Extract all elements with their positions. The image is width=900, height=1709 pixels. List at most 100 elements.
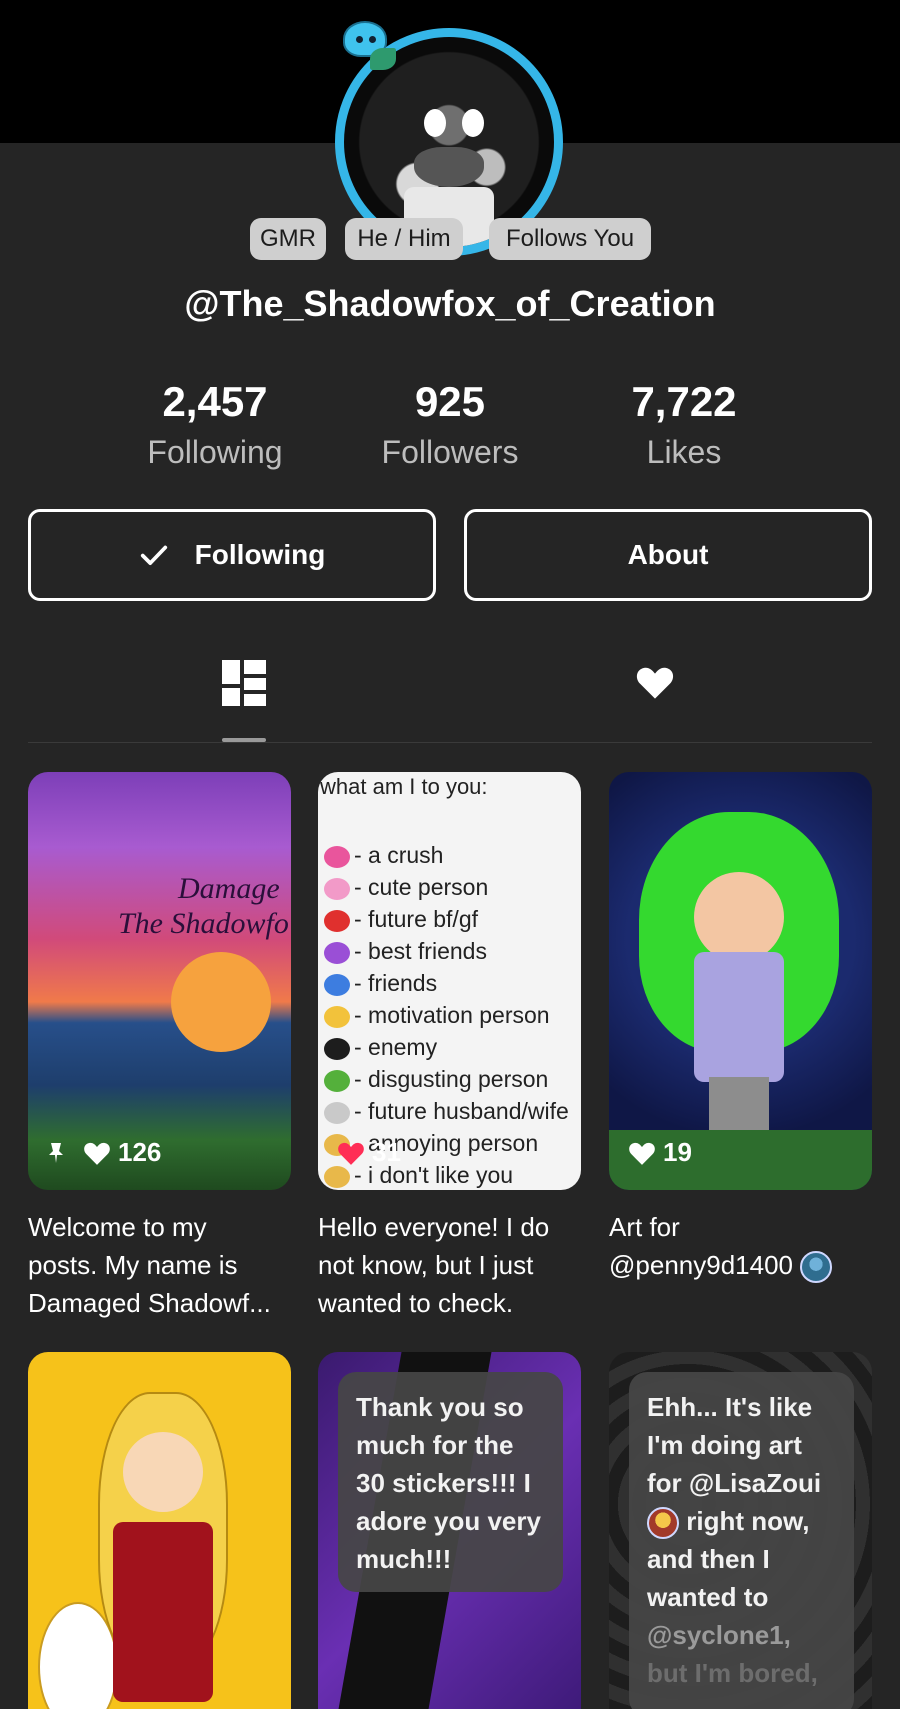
art-face [123, 1432, 203, 1512]
post-card[interactable]: Thank you so much for the 30 stickers!!!… [318, 1352, 581, 1709]
stat-label: Followers [381, 434, 519, 470]
bubble-line: @syclone1, [647, 1620, 791, 1650]
bubble-line: wanted to [647, 1582, 769, 1612]
art-dress [694, 952, 784, 1082]
bubble-line: and then I [647, 1544, 770, 1574]
caption-line: @penny9d1400 [609, 1250, 793, 1280]
post-card[interactable] [28, 1352, 291, 1709]
caption-line: Welcome to my [28, 1212, 207, 1242]
stat-label: Likes [646, 434, 722, 470]
art-list-text: - future husband/wife [354, 1098, 569, 1124]
art-list-row: - future husband/wife [324, 1098, 569, 1125]
stat-likes[interactable]: 7,722 Likes [564, 378, 804, 471]
post-card[interactable]: Ehh... It's like I'm doing art for @Lisa… [609, 1352, 872, 1709]
bubble-line: I'm doing art [647, 1430, 802, 1460]
art-list-row: - future bf/gf [324, 906, 478, 933]
heart-emoji-icon [324, 1069, 350, 1092]
stat-value: 925 [414, 378, 486, 425]
art-list-row: - disgusting person [324, 1066, 548, 1093]
profile-tags: GMR He / Him Follows You [0, 218, 900, 260]
art-list-row: - cute person [324, 874, 488, 901]
post-stats: 31 [336, 1137, 401, 1168]
bubble-line: 30 stickers!!! I [356, 1468, 531, 1498]
like-count: 31 [372, 1137, 401, 1167]
stat-value: 2,457 [162, 378, 268, 425]
heart-emoji-icon [324, 1165, 350, 1188]
post-stats: 19 [627, 1137, 692, 1168]
art-list-text: - enemy [354, 1034, 438, 1060]
pin-icon [49, 1142, 63, 1163]
bubble-line: for @LisaZoui [647, 1468, 822, 1498]
following-button[interactable]: Following [28, 509, 436, 601]
heart-emoji-icon [324, 877, 350, 900]
heart-icon [338, 1142, 364, 1165]
liked-heart-icon[interactable] [635, 663, 675, 701]
art-dress [113, 1522, 213, 1702]
tag-pill-follows-you: Follows You [489, 218, 651, 260]
art-list-row: - friends [324, 970, 437, 997]
tag-pill-gmr: GMR [250, 218, 326, 260]
stat-value: 7,722 [631, 378, 737, 425]
art-text: The Shadowfo [118, 907, 289, 940]
post-caption[interactable]: Welcome to my posts. My name is Damaged … [28, 1208, 298, 1322]
art-list-text: - motivation person [354, 1002, 550, 1028]
art-list-text: - future bf/gf [354, 906, 479, 932]
art-list-row: - motivation person [324, 1002, 550, 1029]
heart-emoji-icon [324, 909, 350, 932]
caption-line: posts. My name is [28, 1250, 238, 1280]
art-face [694, 872, 784, 962]
art-heading: what am I to you: [320, 774, 488, 799]
bubble-line: much!!! [356, 1544, 452, 1574]
bubble-line: adore you very [356, 1506, 541, 1536]
checkmark-icon [140, 545, 167, 565]
art-list-row: - enemy [324, 1034, 437, 1061]
bubble-line: Ehh... It's like [647, 1392, 813, 1422]
stat-following[interactable]: 2,457 Following [95, 378, 335, 471]
about-button[interactable]: About [464, 509, 872, 601]
avatar-eye [462, 109, 484, 137]
caption-line: Hello everyone! I do [318, 1212, 550, 1242]
leaf-icon [370, 48, 396, 70]
heart-emoji-icon [324, 1037, 350, 1060]
tab-divider [28, 742, 872, 743]
heart-emoji-icon [324, 941, 350, 964]
art-list-text: - friends [354, 970, 438, 996]
stat-label: Following [147, 434, 283, 470]
tag-pill-pronouns: He / Him [345, 218, 463, 260]
art-list-text: - cute person [354, 874, 489, 900]
like-count: 126 [118, 1137, 162, 1167]
caption-line: Art for [609, 1212, 680, 1242]
mention-avatar [647, 1507, 679, 1540]
post-card[interactable]: 19 [609, 772, 872, 1190]
mention-avatar [800, 1251, 833, 1284]
art-text: Damage [178, 872, 280, 905]
heart-emoji-icon [324, 1005, 350, 1028]
caption-line: Damaged Shadowf... [28, 1288, 271, 1318]
posts-grid-icon[interactable] [222, 660, 266, 706]
following-button-label: Following [194, 539, 326, 570]
post-caption[interactable]: Hello everyone! I do not know, but I jus… [318, 1208, 588, 1322]
post-card[interactable]: what am I to you: - a crush - cute person… [318, 772, 581, 1190]
bubble-line: but I'm bored, [647, 1658, 818, 1688]
heart-icon [84, 1142, 110, 1165]
heart-icon [629, 1142, 655, 1165]
art-list-row: - a crush [324, 842, 443, 869]
caption-line: wanted to check. [318, 1288, 514, 1318]
art-list-text: - disgusting person [354, 1066, 549, 1092]
profile-handle: @The_Shadowfox_of_Creation [184, 283, 716, 324]
heart-emoji-icon [324, 973, 350, 996]
avatar-eye [424, 109, 446, 137]
post-card[interactable]: Damage The Shadowfo 126 [28, 772, 291, 1190]
heart-emoji-icon [324, 845, 350, 868]
about-button-label: About [627, 539, 709, 570]
art-list-text: - best friends [354, 938, 487, 964]
art-sun [171, 952, 271, 1052]
bubble-line: Thank you so [356, 1392, 524, 1422]
caption-line: not know, but I just [318, 1250, 534, 1280]
post-caption[interactable]: Art for @penny9d1400 [609, 1208, 879, 1284]
like-count: 19 [663, 1137, 692, 1167]
bubble-line: much for the [356, 1430, 514, 1460]
heart-emoji-icon [324, 1101, 350, 1124]
stat-followers[interactable]: 925 Followers [330, 378, 570, 471]
bubble-line: right now, [686, 1506, 810, 1536]
